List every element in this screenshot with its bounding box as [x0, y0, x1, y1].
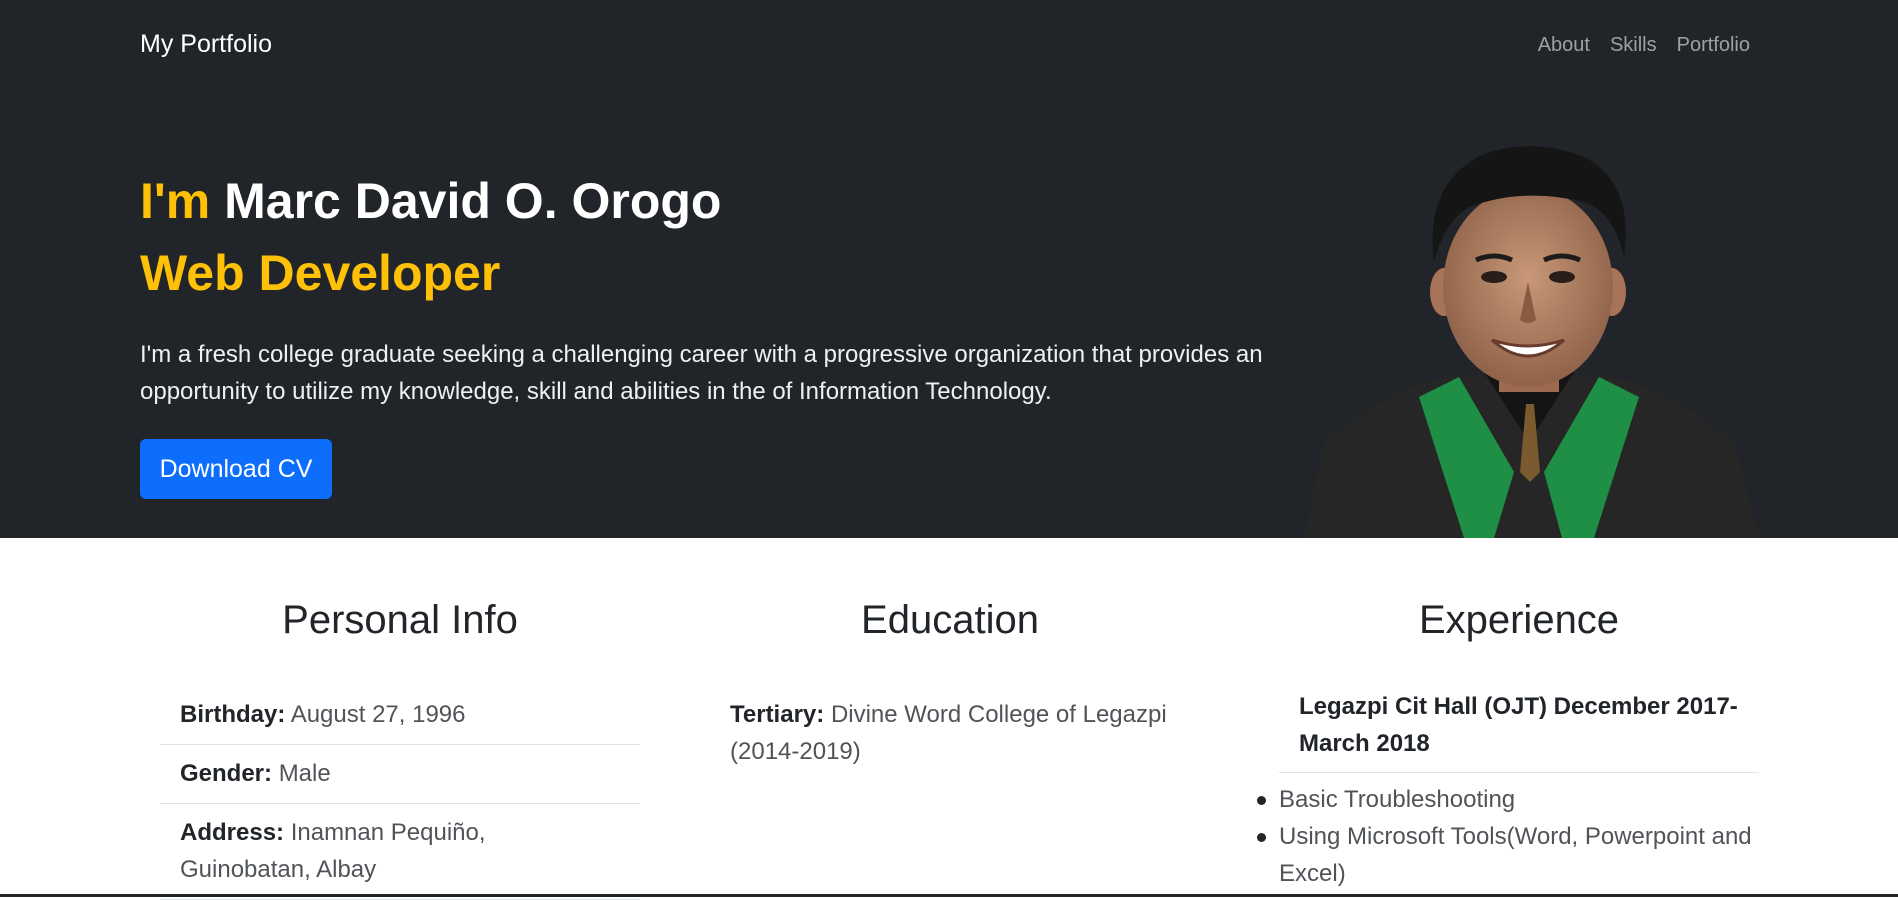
- list-item: Birthday: August 27, 1996: [160, 686, 640, 745]
- list-item: Tertiary: Divine Word College of Legazpi…: [710, 686, 1190, 781]
- list-item: Address: Inamnan Pequiño, Guinobatan, Al…: [160, 804, 640, 900]
- personal-info-column: Personal Info Birthday: August 27, 1996 …: [160, 598, 640, 900]
- gender-label: Gender:: [180, 760, 273, 787]
- hero-role: Web Developer: [140, 245, 501, 301]
- hero-bio: I'm a fresh college graduate seeking a c…: [140, 341, 1263, 405]
- birthday-label: Birthday:: [180, 701, 286, 728]
- hero-name: Marc David O. Orogo: [210, 173, 722, 229]
- personal-info-list: Birthday: August 27, 1996 Gender: Male A…: [160, 686, 640, 900]
- education-column: Education Tertiary: Divine Word College …: [710, 598, 1190, 765]
- profile-photo: [1294, 142, 1760, 538]
- navbar-brand[interactable]: My Portfolio: [140, 30, 272, 59]
- list-item: Gender: Male: [160, 745, 640, 804]
- address-label: Address:: [180, 819, 285, 846]
- list-item: Using Microsoft Tools(Word, Powerpoint a…: [1257, 818, 1759, 892]
- experience-title: Legazpi Cit Hall (OJT) December 2017-Mar…: [1279, 688, 1759, 773]
- education-heading: Education: [861, 598, 1039, 642]
- experience-list: Legazpi Cit Hall (OJT) December 2017-Mar…: [1257, 688, 1759, 892]
- nav-link-portfolio[interactable]: Portfolio: [1677, 34, 1750, 57]
- experience-heading: Experience: [1418, 598, 1620, 642]
- personal-info-heading: Personal Info: [282, 598, 518, 642]
- gender-value: Male: [278, 760, 331, 787]
- list-item: Basic Troubleshooting: [1257, 781, 1759, 818]
- nav-link-about[interactable]: About: [1538, 34, 1590, 57]
- experience-column: Experience Legazpi Cit Hall (OJT) Decemb…: [1257, 598, 1759, 887]
- duties-list: Basic Troubleshooting Using Microsoft To…: [1257, 781, 1759, 892]
- birthday-value: August 27, 1996: [290, 701, 466, 728]
- hero-heading: I'm Marc David O. Orogo: [140, 172, 721, 230]
- download-cv-button[interactable]: Download CV: [140, 439, 332, 499]
- education-list: Tertiary: Divine Word College of Legazpi…: [710, 686, 1190, 781]
- navbar-links: About Skills Portfolio: [1538, 34, 1750, 57]
- hero-greeting: I'm: [140, 173, 211, 229]
- tertiary-label: Tertiary:: [730, 701, 825, 728]
- hero-section: My Portfolio About Skills Portfolio I'm …: [0, 0, 1898, 538]
- nav-link-skills[interactable]: Skills: [1610, 34, 1657, 57]
